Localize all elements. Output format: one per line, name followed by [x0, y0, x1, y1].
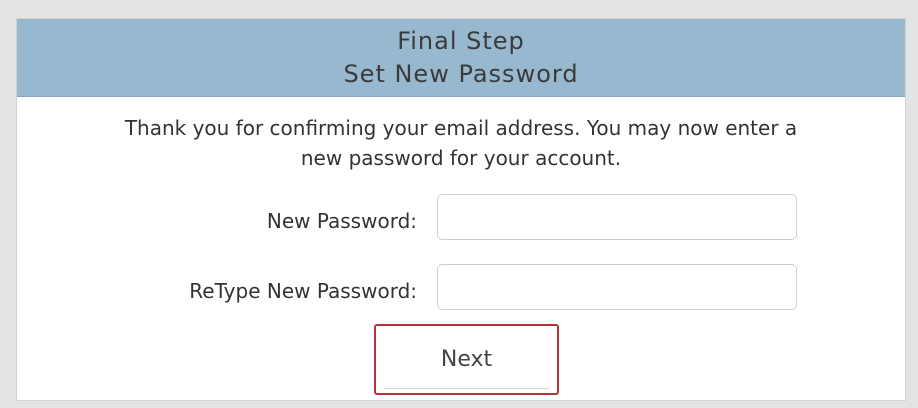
next-button-label: Next	[384, 330, 549, 389]
intro-line-2: new password for your account.	[300, 146, 622, 170]
next-button[interactable]: Next	[374, 324, 559, 395]
step-title: Final Step	[397, 27, 525, 55]
reset-password-panel: Final Step Set New Password Thank you fo…	[16, 18, 906, 401]
new-password-field[interactable]	[437, 194, 797, 240]
retype-password-field[interactable]	[437, 264, 797, 310]
retype-password-label: ReType New Password:	[189, 279, 417, 303]
panel-header: Final Step Set New Password	[17, 19, 905, 97]
intro-message: Thank you for confirming your email addr…	[17, 113, 905, 173]
intro-line-1: Thank you for confirming your email addr…	[124, 116, 798, 140]
page-title: Set New Password	[343, 60, 579, 88]
new-password-label: New Password:	[266, 209, 417, 233]
